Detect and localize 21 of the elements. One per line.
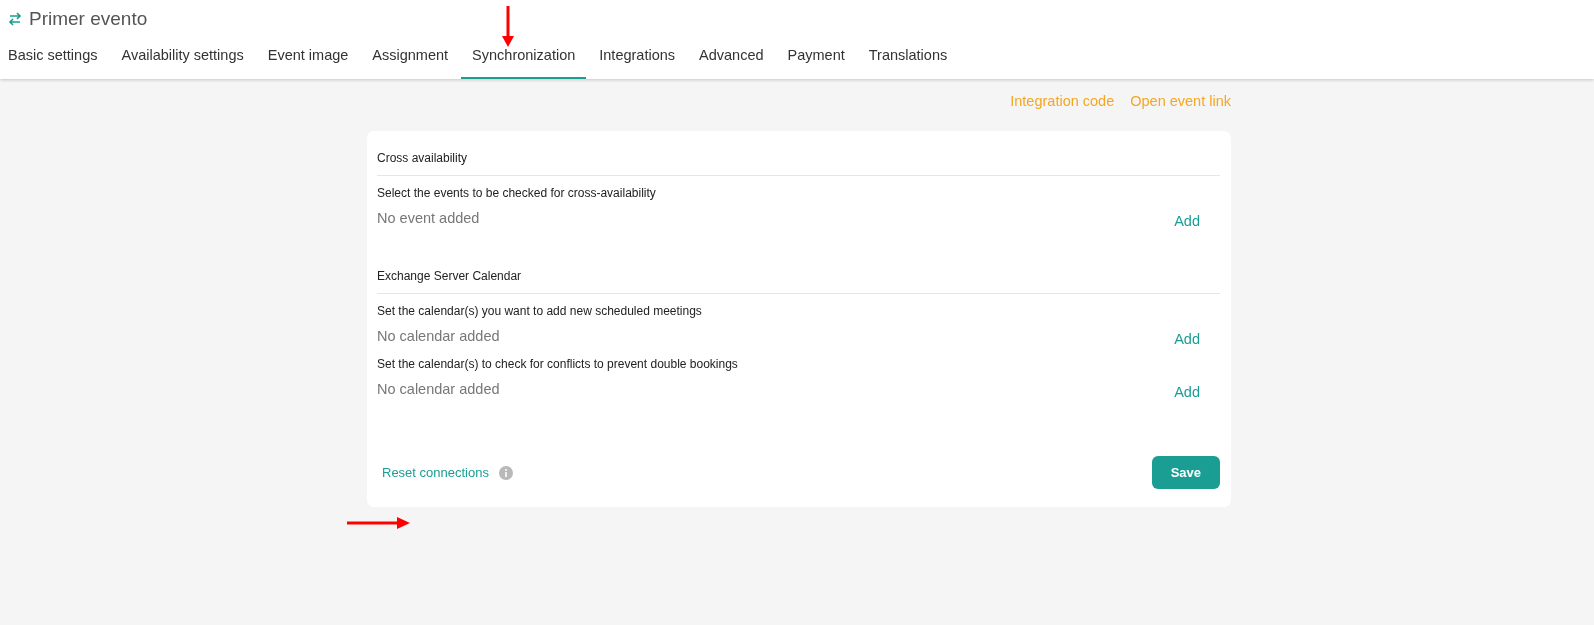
- annotation-arrow: [347, 516, 411, 530]
- tab[interactable]: Availability settings: [110, 33, 255, 79]
- empty-message: No event added: [377, 210, 480, 228]
- field-label: Set the calendar(s) to check for conflicts to prevent double bookings: [377, 357, 739, 371]
- tab[interactable]: Basic settings: [1, 33, 109, 79]
- section-heading: Cross availability: [377, 141, 1220, 176]
- empty-message: No calendar added: [377, 381, 500, 399]
- empty-message: No calendar added: [377, 328, 500, 346]
- tab[interactable]: Event image: [256, 33, 360, 79]
- event-title: Primer evento: [29, 8, 148, 30]
- info-icon[interactable]: [498, 465, 513, 480]
- tab[interactable]: Payment: [776, 33, 856, 79]
- tab[interactable]: Assignment: [361, 33, 460, 79]
- tab[interactable]: Advanced: [688, 33, 775, 79]
- tab[interactable]: Translations: [857, 33, 959, 79]
- annotation-arrow: [501, 6, 515, 48]
- field-label: Set the calendar(s) you want to add new scheduled meetings: [377, 304, 703, 318]
- tab[interactable]: Integrations: [588, 33, 687, 79]
- swap-arrows-icon: [8, 12, 22, 26]
- field-label: Select the events to be checked for cross-availability: [377, 186, 657, 200]
- section-heading: Exchange Server Calendar: [377, 259, 1220, 294]
